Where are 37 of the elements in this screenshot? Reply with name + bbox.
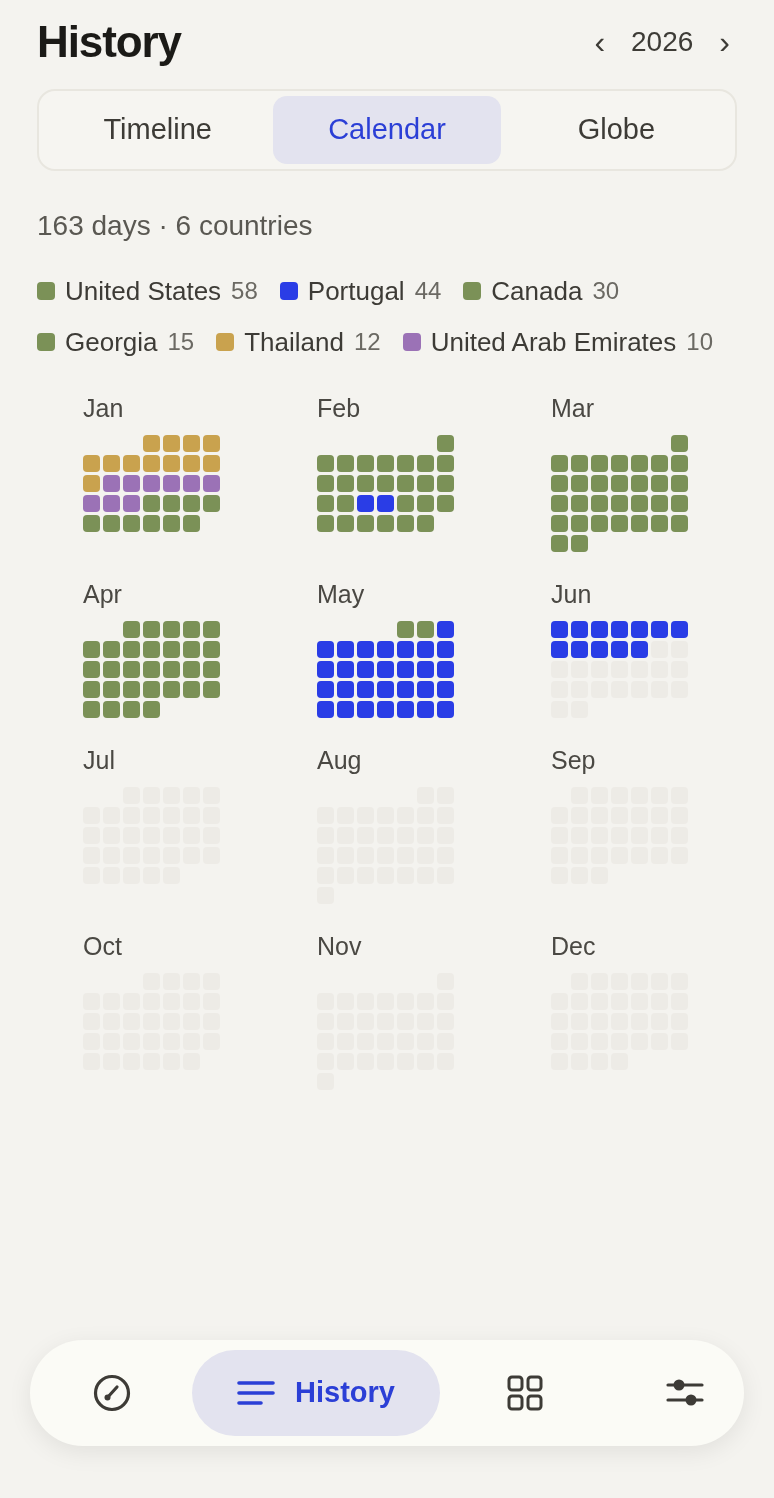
month-label: Jan (83, 396, 125, 421)
gauge-icon (93, 1374, 131, 1412)
month-label: Nov (317, 934, 363, 959)
month-label: Sep (551, 748, 597, 773)
country-day-count: 30 (592, 276, 620, 306)
country-name: United States (65, 274, 222, 308)
country-name: Canada (491, 274, 583, 308)
view-tab[interactable]: Timeline (44, 96, 272, 164)
country-name: United Arab Emirates (430, 325, 677, 359)
sliders-icon (666, 1378, 704, 1408)
month-label: Dec (551, 934, 597, 959)
country-day-count: 10 (686, 327, 713, 357)
month-label: Aug (317, 748, 363, 773)
month-label: Mar (551, 396, 596, 421)
month-label: Oct (83, 934, 123, 959)
month-label: May (317, 582, 366, 607)
next-year-button[interactable]: › (715, 25, 734, 58)
month-label: Jun (551, 582, 593, 607)
previous-year-button[interactable]: ‹ (590, 25, 610, 58)
page-title: History (37, 16, 181, 68)
country-day-count: 44 (414, 276, 442, 306)
country-name: Georgia (65, 325, 158, 359)
view-tab[interactable]: Calendar (273, 96, 501, 164)
view-tab[interactable]: Globe (502, 96, 730, 164)
month-label: Jul (83, 748, 116, 773)
country-day-count: 15 (167, 327, 195, 357)
year-label: 2026 (631, 24, 694, 59)
month-label: Apr (83, 582, 123, 607)
grid-icon (507, 1375, 543, 1411)
country-name: Portugal (307, 274, 405, 308)
country-day-count: 12 (353, 327, 381, 357)
country-day-count: 58 (231, 276, 258, 306)
nav-tab[interactable]: History (192, 1350, 440, 1436)
country-name: Thailand (244, 325, 344, 359)
summary-text: 163 days · 6 countries (37, 209, 314, 243)
month-label: Feb (317, 396, 362, 421)
menu-icon (237, 1380, 276, 1406)
